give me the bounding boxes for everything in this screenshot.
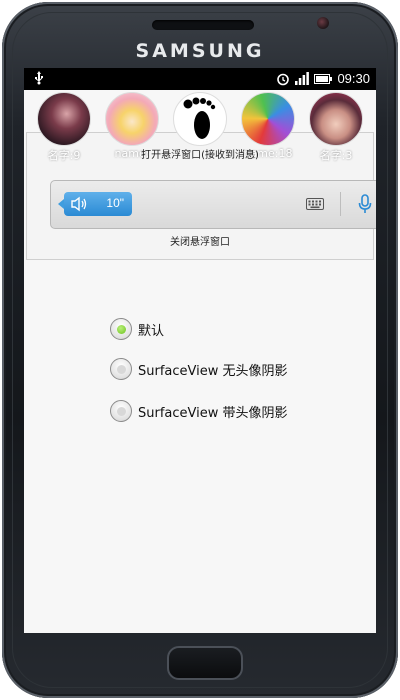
radio-label: 默认 bbox=[138, 323, 165, 339]
radio-option-surfaceview-no-shadow[interactable]: SurfaceView 无头像阴影 bbox=[110, 356, 288, 382]
avatar bbox=[37, 92, 91, 146]
open-floating-window-label[interactable]: 打开悬浮窗口(接收到消息) bbox=[24, 146, 376, 161]
avatar-item[interactable] bbox=[172, 92, 228, 147]
clock: 09:30 bbox=[337, 71, 370, 86]
front-camera bbox=[317, 17, 329, 29]
radio-label: SurfaceView 无头像阴影 bbox=[138, 363, 288, 379]
avatar bbox=[309, 92, 363, 146]
brand-logo: SAMSUNG bbox=[135, 40, 265, 62]
voice-message-button[interactable]: 10" bbox=[58, 192, 132, 216]
microphone-icon[interactable] bbox=[358, 194, 372, 214]
screen: 09:30 名字:9 name: name:18 名字:3 打开悬浮窗口(接收到… bbox=[24, 68, 376, 633]
radio-label: SurfaceView 带头像阴影 bbox=[138, 405, 288, 421]
earpiece bbox=[152, 20, 254, 30]
home-button[interactable] bbox=[167, 646, 243, 680]
radio-dot bbox=[117, 407, 126, 416]
radio-dot bbox=[117, 365, 126, 374]
radio-dot bbox=[117, 325, 126, 334]
radio-option-default[interactable]: 默认 bbox=[110, 316, 164, 342]
voice-duration: 10" bbox=[106, 196, 124, 210]
usb-icon bbox=[35, 71, 43, 85]
alarm-icon bbox=[277, 73, 290, 85]
avatar bbox=[241, 92, 295, 146]
close-floating-window-label[interactable]: 关闭悬浮窗口 bbox=[24, 233, 376, 248]
radio-button[interactable] bbox=[110, 358, 132, 380]
speaker-icon bbox=[71, 196, 87, 212]
voice-input-bar: 10" bbox=[50, 180, 376, 229]
divider bbox=[340, 192, 341, 216]
radio-option-surfaceview-shadow[interactable]: SurfaceView 带头像阴影 bbox=[110, 398, 288, 424]
keyboard-icon[interactable] bbox=[306, 198, 324, 210]
radio-button[interactable] bbox=[110, 400, 132, 422]
battery-icon bbox=[314, 73, 333, 84]
signal-icon bbox=[295, 72, 310, 85]
avatar bbox=[173, 92, 227, 146]
footprint-icon bbox=[183, 97, 216, 139]
status-bar: 09:30 bbox=[24, 68, 376, 90]
avatar bbox=[105, 92, 159, 146]
radio-button[interactable] bbox=[110, 318, 132, 340]
